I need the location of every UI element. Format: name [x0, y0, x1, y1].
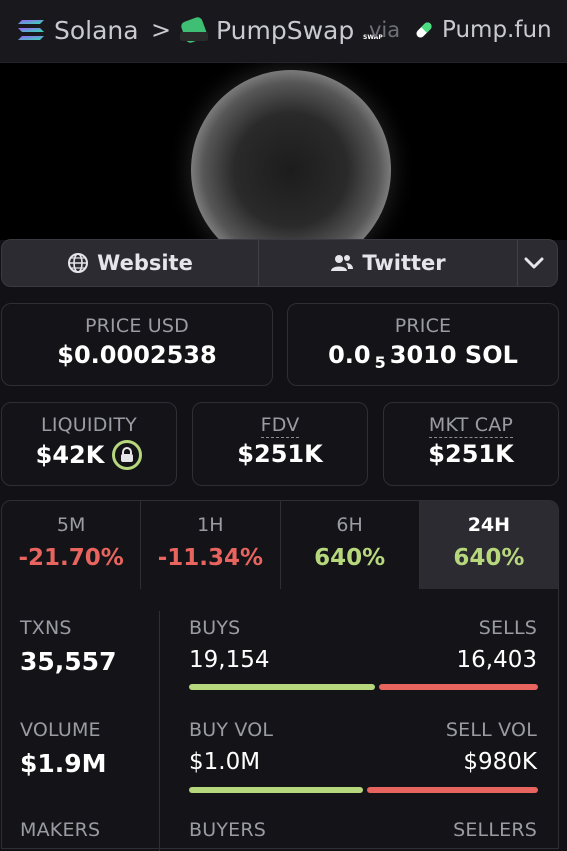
period-change: -11.34% — [157, 545, 264, 571]
buys-label: BUYS — [189, 617, 241, 639]
sells-ratio-bar — [379, 684, 538, 690]
breadcrumb-launchpad[interactable]: Pump.fun — [413, 14, 552, 46]
mkt-cap-label[interactable]: MKT CAP — [428, 414, 514, 438]
solana-icon — [16, 18, 46, 42]
period-label: 24H — [467, 514, 511, 536]
buy-vol-ratio-bar — [189, 787, 363, 793]
period-tab-1h[interactable]: 1H -11.34% — [141, 501, 281, 589]
sell-vol-value: $980K — [463, 749, 537, 775]
token-banner — [0, 63, 567, 240]
period-label: 1H — [197, 514, 224, 536]
price-native-prefix: 0.0 — [328, 341, 371, 369]
buys-value: 19,154 — [189, 647, 270, 673]
header-bar: Solana > SWAP PumpSwap via Pump.fun — [0, 0, 567, 63]
stats-panel: TXNS 35,557 VOLUME $1.9M MAKERS BUYS SEL… — [1, 589, 559, 851]
stats-divider — [159, 611, 160, 851]
buy-vol-label: BUY VOL — [189, 719, 274, 741]
users-icon — [331, 255, 354, 271]
period-change: -21.70% — [18, 545, 124, 571]
period-tab-24h[interactable]: 24H 640% — [419, 501, 558, 589]
makers-label: MAKERS — [20, 819, 101, 841]
breadcrumb-via: via — [369, 18, 401, 42]
pill-icon — [413, 19, 435, 41]
liquidity-value: $42K — [35, 441, 105, 469]
price-native-zero-count: 5 — [374, 352, 386, 372]
mkt-cap-card: MKT CAP $251K — [383, 402, 559, 486]
liquidity-value-row: $42K — [2, 440, 176, 470]
fdv-label[interactable]: FDV — [260, 414, 300, 438]
buys-ratio-bar — [189, 684, 375, 690]
period-label: 6H — [336, 514, 363, 536]
breadcrumb-chain[interactable]: Solana — [16, 14, 139, 46]
sells-value: 16,403 — [456, 647, 537, 673]
price-native-label: PRICE — [394, 315, 452, 337]
website-label: Website — [97, 251, 193, 275]
volume-value: $1.9M — [20, 749, 107, 778]
buy-vol-value: $1.0M — [189, 749, 261, 775]
pumpswap-icon: SWAP — [180, 16, 383, 44]
fdv-card: FDV $251K — [192, 402, 368, 486]
txns-label: TXNS — [20, 617, 72, 639]
txns-value: 35,557 — [20, 647, 117, 676]
chevron-down-icon — [524, 257, 543, 269]
liquidity-card: LIQUIDITY $42K — [1, 402, 177, 486]
launchpad-name: Pump.fun — [442, 17, 552, 43]
period-tab-6h[interactable]: 6H 640% — [281, 501, 420, 589]
period-change: 640% — [453, 545, 525, 571]
price-native-value: 0.0 5 3010 SOL — [288, 341, 558, 372]
sells-label: SELLS — [478, 617, 537, 639]
breadcrumb-separator: > — [151, 16, 172, 44]
mkt-cap-value: $251K — [428, 440, 514, 468]
website-button[interactable]: Website — [2, 240, 259, 286]
fdv-value: $251K — [237, 440, 323, 468]
buyers-label: BUYERS — [189, 819, 267, 841]
sell-vol-ratio-bar — [367, 787, 538, 793]
price-usd-label: PRICE USD — [85, 315, 189, 337]
volume-label: VOLUME — [20, 719, 101, 741]
period-label: 5M — [56, 514, 86, 536]
price-native-card: PRICE 0.0 5 3010 SOL — [287, 303, 559, 386]
period-tabs: 5M -21.70% 1H -11.34% 6H 640% 24H 640% — [1, 500, 559, 590]
token-image — [191, 70, 391, 240]
price-usd-card: PRICE USD $0.0002538 — [1, 303, 273, 386]
price-native-unit: SOL — [464, 341, 518, 369]
period-change: 640% — [314, 545, 386, 571]
globe-icon — [68, 253, 89, 273]
chain-name: Solana — [54, 15, 139, 45]
social-links-bar: Website Twitter — [1, 239, 558, 287]
twitter-button[interactable]: Twitter — [259, 240, 518, 286]
dex-name: PumpSwap — [216, 15, 355, 45]
sell-vol-label: SELL VOL — [445, 719, 537, 741]
breadcrumb-dex[interactable]: SWAP PumpSwap — [180, 14, 383, 46]
period-tab-5m[interactable]: 5M -21.70% — [2, 501, 142, 589]
sellers-label: SELLERS — [453, 819, 537, 841]
price-native-digits: 3010 — [389, 341, 457, 369]
lock-icon[interactable] — [112, 440, 143, 470]
more-links-button[interactable] — [518, 240, 557, 286]
price-usd-value: $0.0002538 — [57, 341, 217, 369]
twitter-label: Twitter — [362, 251, 446, 275]
liquidity-label: LIQUIDITY — [41, 414, 137, 436]
